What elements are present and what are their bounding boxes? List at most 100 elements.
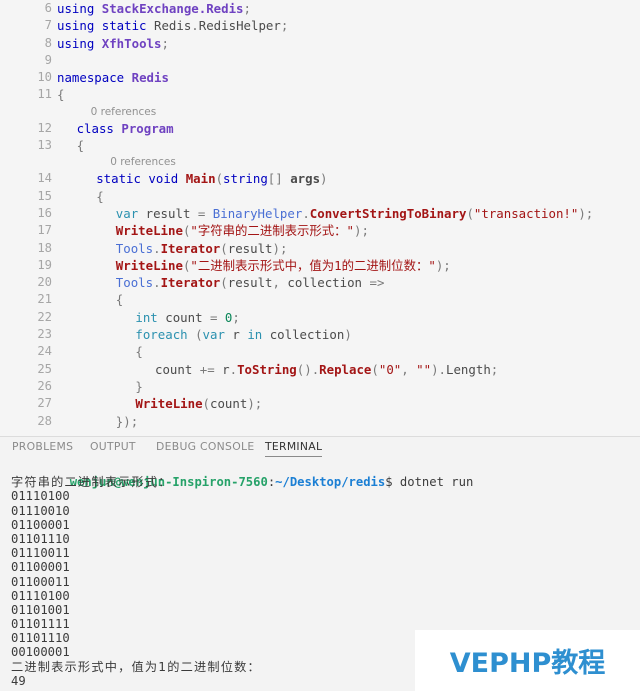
code-token: ). <box>431 361 447 377</box>
code-token: . <box>229 361 238 377</box>
terminal-path: ~/Desktop/redis <box>275 475 386 490</box>
panel-tab-debug-console[interactable]: DEBUG CONSOLE <box>156 440 254 456</box>
code-line[interactable]: 24 { <box>0 343 640 360</box>
code-line[interactable]: 16 var result = BinaryHelper.ConvertStrin… <box>0 205 640 222</box>
code-line-text: { <box>96 188 103 205</box>
code-line[interactable]: 27 WriteLine(count); <box>0 395 640 412</box>
code-token: result <box>227 275 273 291</box>
terminal-line: 01110011 <box>11 546 70 561</box>
panel-tab-terminal[interactable]: TERMINAL <box>265 440 323 457</box>
code-editor[interactable]: 6 using StackExchange.Redis; 7 using static… <box>0 0 640 437</box>
code-token: namespace <box>57 70 132 86</box>
code-token: += <box>199 361 223 377</box>
code-line[interactable]: 28}); <box>0 413 640 430</box>
code-token: WriteLine <box>115 223 183 239</box>
code-token: Tools <box>115 240 154 256</box>
code-token: { <box>115 292 124 308</box>
code-token: ( <box>215 171 224 187</box>
code-token: Length <box>446 361 491 377</box>
code-token: Program <box>121 120 174 136</box>
codelens-references-label[interactable]: 0 references <box>110 154 176 170</box>
code-token: XfhTools <box>101 35 162 51</box>
code-line[interactable]: 11 { <box>0 86 640 103</box>
line-number: 6 <box>44 1 52 15</box>
code-token: string <box>223 171 268 187</box>
line-number: 19 <box>37 257 52 272</box>
code-token: Redis <box>153 18 192 34</box>
code-token: ; <box>161 35 169 51</box>
code-line[interactable]: 10 namespace Redis <box>0 69 640 86</box>
code-line-text: WriteLine("二进制表示形式中，值为1的二进制位数："); <box>116 257 451 274</box>
code-line-text: { <box>77 137 84 154</box>
code-line-text: var result = BinaryHelper.ConvertStringT… <box>116 205 593 222</box>
code-token: { <box>76 138 85 154</box>
code-token: [] <box>267 171 291 187</box>
code-line[interactable]: 9 <box>0 52 640 69</box>
panel-tab-output[interactable]: OUTPUT <box>90 440 136 456</box>
code-token: ( <box>466 205 474 221</box>
codelens-row[interactable]: 0 references <box>0 104 640 120</box>
code-line[interactable]: 6 using StackExchange.Redis; <box>0 0 640 17</box>
code-line[interactable]: 23 foreach (var r in collection) <box>0 326 640 343</box>
line-number: 16 <box>37 205 52 220</box>
code-line-text: Tools.Iterator(result, collection => <box>116 274 385 291</box>
code-token: collection <box>269 327 345 343</box>
line-number: 20 <box>37 275 52 290</box>
code-line[interactable]: 15 { <box>0 188 640 205</box>
code-line-text: WriteLine(count); <box>135 395 262 412</box>
code-token: ( <box>220 240 228 256</box>
code-line[interactable]: 25 count += r.ToString().Replace("0", "")… <box>0 361 640 378</box>
code-token: "" <box>416 361 432 377</box>
code-line-text: using static Redis.RedisHelper; <box>57 17 288 34</box>
code-token: Main <box>185 171 216 187</box>
code-line[interactable]: 17 WriteLine("字符串的二进制表示形式："); <box>0 222 640 239</box>
line-number: 12 <box>37 120 52 135</box>
code-line[interactable]: 21 { <box>0 291 640 308</box>
line-number: 13 <box>37 138 52 153</box>
code-token: "transaction!" <box>473 205 579 221</box>
line-number: 28 <box>37 413 52 428</box>
line-number: 14 <box>37 171 52 186</box>
code-line-text: namespace Redis <box>57 69 169 86</box>
code-line[interactable]: 13 { <box>0 137 640 154</box>
code-line[interactable]: 20 Tools.Iterator(result, collection => <box>0 274 640 291</box>
code-token: BinaryHelper <box>212 205 303 221</box>
code-line[interactable]: 12 class Program <box>0 120 640 137</box>
code-token: Iterator <box>160 275 221 291</box>
codelens-row[interactable]: 0 references <box>0 154 640 170</box>
code-line-text: using StackExchange.Redis; <box>57 0 251 17</box>
code-token: => <box>369 275 385 291</box>
line-number: 21 <box>37 292 52 307</box>
codelens-references-label[interactable]: 0 references <box>91 104 157 120</box>
code-token: ; <box>232 309 240 325</box>
code-token: , <box>401 361 417 377</box>
code-token: ); <box>354 223 369 239</box>
code-line-text: { <box>135 343 142 360</box>
code-line-text: using XfhTools; <box>57 35 169 52</box>
code-token: Iterator <box>160 240 221 256</box>
code-token: Redis <box>131 70 169 86</box>
code-token: result <box>227 240 273 256</box>
code-token: ( <box>371 361 379 377</box>
code-token: { <box>135 344 143 360</box>
code-line[interactable]: 19 WriteLine("二进制表示形式中，值为1的二进制位数："); <box>0 257 640 274</box>
code-line[interactable]: 8 using XfhTools; <box>0 35 640 52</box>
line-number: 11 <box>37 87 52 102</box>
panel-tab-problems[interactable]: PROBLEMS <box>12 440 73 456</box>
terminal-prompt-line: wenjun@wenjun-Inspiron-7560:~/Desktop/re… <box>11 461 640 489</box>
code-line[interactable]: 14 static void Main(string[] args) <box>0 170 640 187</box>
code-token: using <box>57 1 102 16</box>
code-line[interactable]: 18 Tools.Iterator(result); <box>0 240 640 257</box>
code-line-text: { <box>116 291 123 308</box>
code-token: ); <box>247 396 263 412</box>
code-line-text: } <box>135 378 142 395</box>
terminal-line: 01101110 <box>11 531 70 546</box>
code-token: . <box>153 240 161 256</box>
code-line[interactable]: 26} <box>0 378 640 395</box>
line-number: 8 <box>44 35 52 50</box>
code-line[interactable]: 7 using static Redis.RedisHelper; <box>0 17 640 34</box>
code-token: r <box>222 361 230 377</box>
code-line[interactable]: 22 int count = 0; <box>0 309 640 326</box>
line-number: 10 <box>37 70 52 85</box>
code-token: args <box>290 171 321 187</box>
